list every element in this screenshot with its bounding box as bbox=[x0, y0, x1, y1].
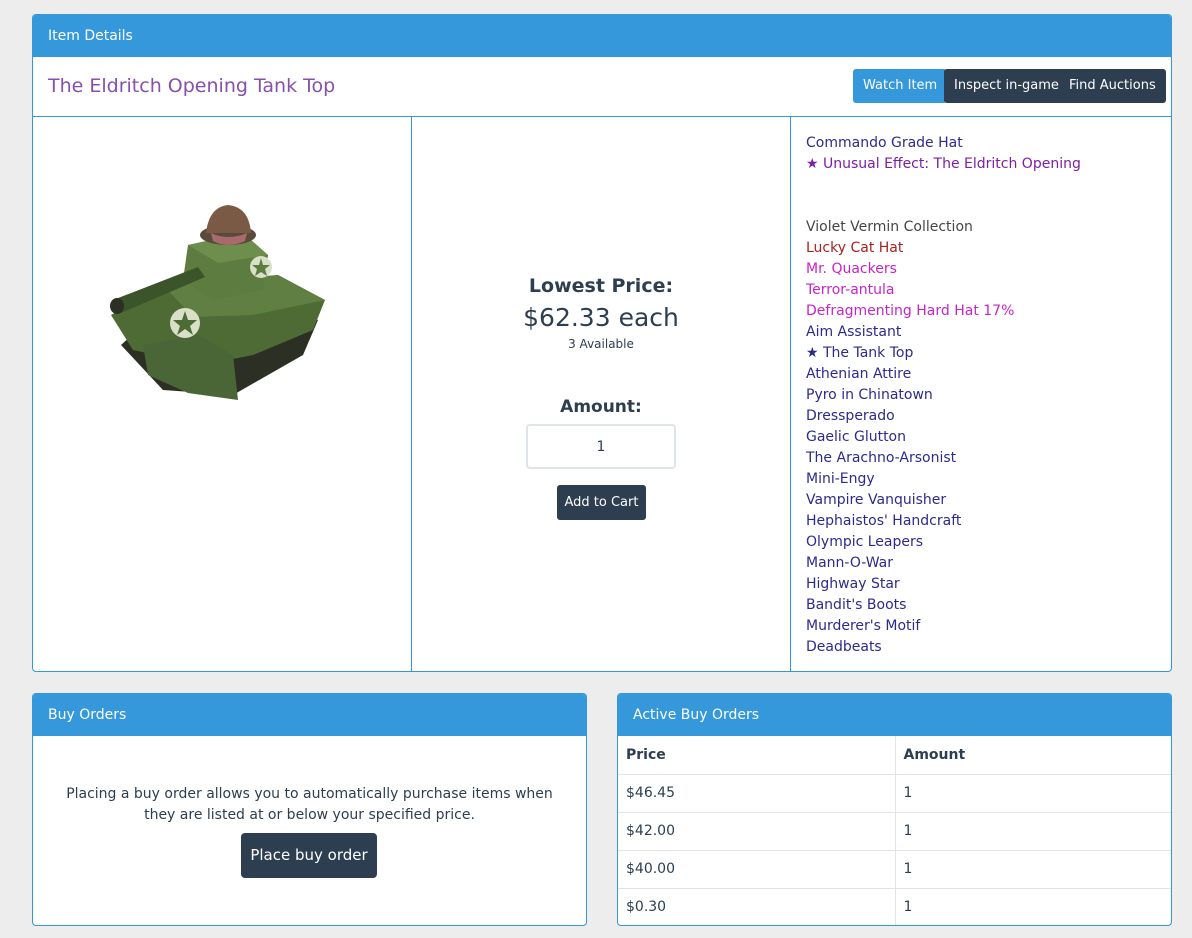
amount-input[interactable] bbox=[526, 424, 676, 469]
item-image-column bbox=[33, 117, 412, 671]
item-details-panel: Item Details The Eldritch Opening Tank T… bbox=[32, 14, 1172, 672]
watch-item-button[interactable]: Watch Item bbox=[853, 69, 948, 103]
order-price: $46.45 bbox=[618, 774, 896, 813]
price-column-header: Price bbox=[618, 736, 896, 775]
active-buy-orders-panel: Active Buy Orders Price Amount $46.45 1 … bbox=[617, 693, 1172, 926]
item-title-row: The Eldritch Opening Tank Top Watch Item… bbox=[33, 57, 1171, 117]
add-to-cart-button[interactable]: Add to Cart bbox=[557, 485, 646, 520]
attribute-line[interactable]: ★ The Tank Top bbox=[806, 343, 1171, 364]
active-orders-table: Price Amount $46.45 1 $42.00 1 $40.00 1 … bbox=[618, 736, 1171, 925]
amount-column-header: Amount bbox=[895, 736, 1171, 775]
attribute-line[interactable]: Aim Assistant bbox=[806, 322, 1171, 343]
buy-orders-heading: Buy Orders bbox=[33, 694, 586, 736]
order-price: $42.00 bbox=[618, 812, 896, 851]
attribute-line[interactable]: Dressperado bbox=[806, 406, 1171, 427]
order-price: $40.00 bbox=[618, 850, 896, 889]
find-auctions-button[interactable]: Find Auctions bbox=[1059, 69, 1166, 103]
amount-label: Amount: bbox=[560, 397, 642, 417]
attribute-line[interactable]: Terror-antula bbox=[806, 280, 1171, 301]
order-amount: 1 bbox=[895, 812, 1171, 851]
active-buy-orders-heading: Active Buy Orders bbox=[618, 694, 1171, 736]
attribute-line[interactable]: Athenian Attire bbox=[806, 364, 1171, 385]
attribute-line bbox=[806, 196, 1171, 217]
table-row: $40.00 1 bbox=[618, 850, 1171, 889]
item-title: The Eldritch Opening Tank Top bbox=[48, 75, 336, 97]
attribute-line[interactable]: The Arachno-Arsonist bbox=[806, 448, 1171, 469]
attribute-line[interactable]: Violet Vermin Collection bbox=[806, 217, 1171, 238]
buy-orders-panel: Buy Orders Placing a buy order allows yo… bbox=[32, 693, 587, 926]
attribute-line[interactable]: Vampire Vanquisher bbox=[806, 490, 1171, 511]
order-price: $0.30 bbox=[618, 888, 896, 925]
item-details-heading: Item Details bbox=[33, 15, 1171, 57]
attribute-line[interactable]: Hephaistos' Handcraft bbox=[806, 511, 1171, 532]
lowest-price-value: $62.33 each bbox=[523, 303, 679, 332]
table-row: $42.00 1 bbox=[618, 812, 1171, 851]
order-amount: 1 bbox=[895, 774, 1171, 813]
attribute-line[interactable]: Commando Grade Hat bbox=[806, 133, 1171, 154]
table-row: $0.30 1 bbox=[618, 888, 1171, 925]
attribute-line[interactable]: Olympic Leapers bbox=[806, 532, 1171, 553]
inspect-in-game-button[interactable]: Inspect in-game bbox=[944, 69, 1069, 103]
attribute-line[interactable]: Lucky Cat Hat bbox=[806, 238, 1171, 259]
attribute-line[interactable]: Defragmenting Hard Hat 17% bbox=[806, 301, 1171, 322]
lowest-price-label: Lowest Price: bbox=[528, 275, 674, 297]
attribute-line[interactable]: Mann-O-War bbox=[806, 553, 1171, 574]
attribute-line[interactable]: Mr. Quackers bbox=[806, 259, 1171, 280]
place-buy-order-button[interactable]: Place buy order bbox=[241, 833, 377, 878]
attribute-line[interactable]: Gaelic Glutton bbox=[806, 427, 1171, 448]
price-column: Lowest Price: $62.33 each 3 Available Am… bbox=[412, 117, 791, 671]
attribute-line[interactable]: Murderer's Motif bbox=[806, 616, 1171, 637]
table-row: $46.45 1 bbox=[618, 774, 1171, 813]
buy-orders-description: Placing a buy order allows you to automa… bbox=[66, 786, 553, 823]
tank-top-image bbox=[110, 205, 325, 400]
table-header-row: Price Amount bbox=[618, 736, 1171, 775]
order-amount: 1 bbox=[903, 899, 913, 916]
attribute-line[interactable]: ★ Unusual Effect: The Eldritch Opening bbox=[806, 154, 1171, 175]
attribute-line[interactable]: Highway Star bbox=[806, 574, 1171, 595]
attribute-line[interactable]: Mini-Engy bbox=[806, 469, 1171, 490]
order-amount: 1 bbox=[895, 850, 1171, 889]
attribute-line[interactable]: Bandit's Boots bbox=[806, 595, 1171, 616]
attribute-line bbox=[806, 175, 1171, 196]
attribute-line[interactable]: Pyro in Chinatown bbox=[806, 385, 1171, 406]
item-details-columns: Lowest Price: $62.33 each 3 Available Am… bbox=[33, 117, 1171, 671]
attribute-line[interactable]: Deadbeats bbox=[806, 637, 1171, 658]
available-count: 3 Available bbox=[568, 337, 634, 351]
item-attributes-list: Commando Grade Hat ★ Unusual Effect: The … bbox=[791, 117, 1171, 671]
